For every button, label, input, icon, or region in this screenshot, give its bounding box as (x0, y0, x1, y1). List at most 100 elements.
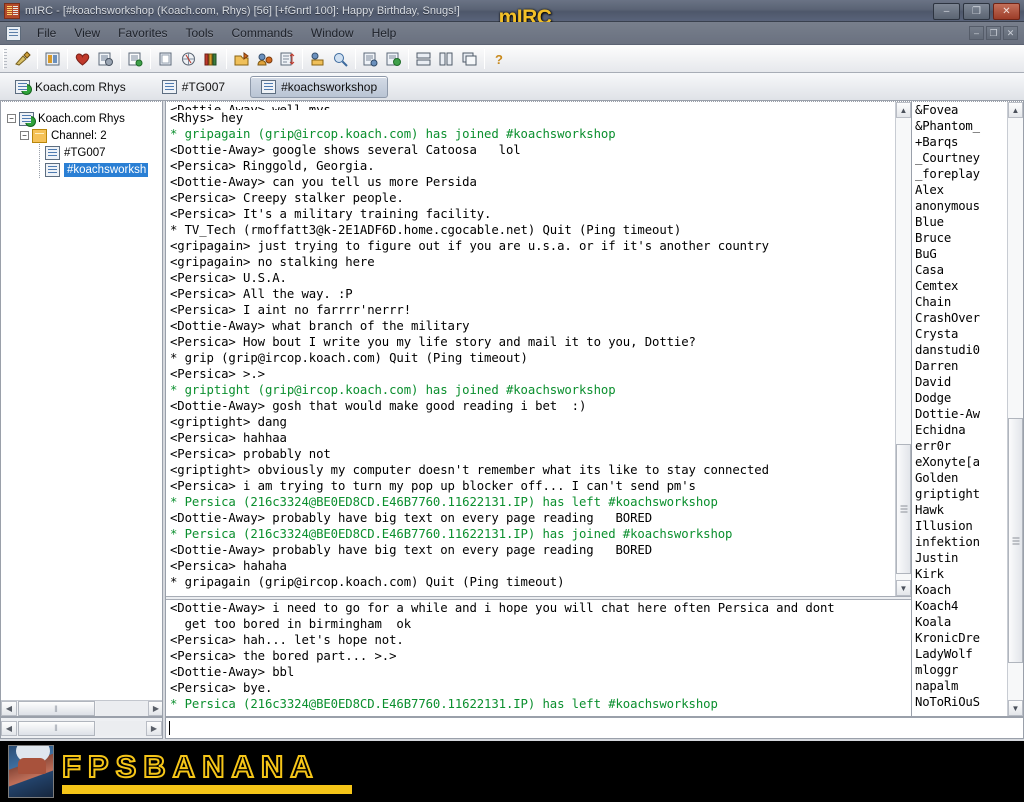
nicklist-item[interactable]: Justin (915, 550, 1007, 566)
scroll-left-arrow-icon[interactable]: ◀ (1, 701, 17, 716)
collapse-toggle-icon[interactable]: − (7, 114, 16, 123)
nicklist-item[interactable]: err0r (915, 438, 1007, 454)
nicklist-vertical-scrollbar[interactable]: ▲ ▼ (1007, 102, 1023, 716)
scrollbar-track[interactable] (96, 721, 146, 736)
nicklist-item[interactable]: Darren (915, 358, 1007, 374)
scrollbar-track[interactable] (96, 701, 148, 716)
scrollbar-thumb[interactable]: ‖ (18, 721, 95, 736)
scroll-left-arrow-icon[interactable]: ◀ (1, 721, 17, 736)
channels-list-icon[interactable] (94, 47, 117, 70)
find-icon[interactable] (329, 47, 352, 70)
nicklist-item[interactable]: infektion (915, 534, 1007, 550)
nicklist-item[interactable]: Bruce (915, 230, 1007, 246)
channel-central-icon[interactable] (124, 47, 147, 70)
nicklist-item[interactable]: griptight (915, 486, 1007, 502)
addressbook-icon[interactable] (154, 47, 177, 70)
menu-item-file[interactable]: File (28, 24, 65, 42)
user-list-icon[interactable] (306, 47, 329, 70)
menu-item-window[interactable]: Window (302, 24, 363, 42)
nicklist-item[interactable]: anonymous (915, 198, 1007, 214)
logs-icon[interactable] (359, 47, 382, 70)
tile-horizontal-icon[interactable] (412, 47, 435, 70)
nicklist-item[interactable]: Hawk (915, 502, 1007, 518)
scroll-down-arrow-icon[interactable]: ▼ (896, 580, 911, 596)
nicklist-item[interactable]: Cemtex (915, 278, 1007, 294)
minimize-button[interactable]: – (933, 3, 960, 20)
nicklist-item[interactable]: Chain (915, 294, 1007, 310)
scripts-editor-icon[interactable] (382, 47, 405, 70)
options-icon[interactable] (41, 47, 64, 70)
sidebar-item-koachsworkshop[interactable]: #koachsworksh (7, 161, 162, 178)
nicklist-item[interactable]: Dottie-Aw (915, 406, 1007, 422)
nicklist-item[interactable]: Alex (915, 182, 1007, 198)
scrollbar-thumb[interactable] (1008, 418, 1023, 663)
scrollbar-track[interactable] (896, 118, 911, 580)
nicklist-item[interactable]: +Barqs (915, 134, 1007, 150)
nicklist-item[interactable]: Dodge (915, 390, 1007, 406)
nicklist-item[interactable]: &Fovea (915, 102, 1007, 118)
nicklist-item[interactable]: NoToRiOuS (915, 694, 1007, 710)
nicklist-item[interactable]: danstudi0 (915, 342, 1007, 358)
mdi-minimize-button[interactable]: – (969, 26, 984, 40)
mdi-restore-button[interactable]: ❐ (986, 26, 1001, 40)
nicklist-item[interactable]: Echidna (915, 422, 1007, 438)
scroll-up-arrow-icon[interactable]: ▲ (896, 102, 911, 118)
nicklist-item[interactable]: BuG (915, 246, 1007, 262)
nicklist-item[interactable]: Golden (915, 470, 1007, 486)
fpsbanana-banner[interactable]: FPSBANANA (0, 741, 1024, 802)
menu-item-tools[interactable]: Tools (177, 24, 223, 42)
nicklist-item[interactable]: Casa (915, 262, 1007, 278)
nicklist-item[interactable]: Illusion (915, 518, 1007, 534)
nicklist-item[interactable]: Koach4 (915, 598, 1007, 614)
nicklist-item[interactable]: Kirk (915, 566, 1007, 582)
dcc-chat-icon[interactable] (253, 47, 276, 70)
mdi-close-button[interactable]: ✕ (1003, 26, 1018, 40)
nicklist-item[interactable]: Koach (915, 582, 1007, 598)
message-input-field[interactable] (165, 717, 1024, 739)
menu-item-favorites[interactable]: Favorites (109, 24, 176, 42)
nicklist-item[interactable]: KronicDre (915, 630, 1007, 646)
restore-button[interactable]: ❐ (963, 3, 990, 20)
nicklist-item[interactable]: _Courtney (915, 150, 1007, 166)
notify-list-icon[interactable] (200, 47, 223, 70)
nicklist-item[interactable]: LadyWolf (915, 646, 1007, 662)
nicklist-item[interactable]: eXonyte[a (915, 454, 1007, 470)
tile-vertical-icon[interactable] (435, 47, 458, 70)
sidebar-item-tg007[interactable]: #TG007 (7, 144, 162, 161)
tree-item-server[interactable]: − Koach.com Rhys (7, 110, 162, 127)
scroll-up-arrow-icon[interactable]: ▲ (1008, 102, 1023, 118)
scrollbar-track[interactable] (1008, 118, 1023, 700)
nicklist-item[interactable]: David (915, 374, 1007, 390)
tree-item-channel-folder[interactable]: − Channel: 2 (7, 127, 162, 144)
favorites-icon[interactable] (71, 47, 94, 70)
menu-item-help[interactable]: Help (363, 24, 406, 42)
menu-item-commands[interactable]: Commands (223, 24, 302, 42)
url-list-icon[interactable] (177, 47, 200, 70)
nicklist-item[interactable]: napalm (915, 678, 1007, 694)
cascade-icon[interactable] (458, 47, 481, 70)
scrollbar-thumb[interactable] (896, 444, 911, 574)
nicklist-item[interactable]: CrashOver (915, 310, 1007, 326)
scroll-down-arrow-icon[interactable]: ▼ (1008, 700, 1023, 716)
menu-item-view[interactable]: View (65, 24, 109, 42)
sidebar-footer-scrollbar[interactable]: ◀ ‖ ▶ (0, 717, 163, 739)
nicklist-item[interactable]: _foreplay (915, 166, 1007, 182)
nicklist-item[interactable]: Blue (915, 214, 1007, 230)
send-file-icon[interactable] (230, 47, 253, 70)
close-button[interactable]: ✕ (993, 3, 1020, 20)
nicklist-item[interactable]: mloggr (915, 662, 1007, 678)
collapse-toggle-icon[interactable]: − (20, 131, 29, 140)
tab-koach-com-rhys[interactable]: Koach.com Rhys (4, 76, 137, 98)
connect-icon[interactable] (11, 47, 34, 70)
help-icon[interactable]: ? (488, 47, 511, 70)
sidebar-horizontal-scrollbar[interactable]: ◀ ‖ ▶ (1, 700, 163, 716)
control-panel-icon[interactable] (276, 47, 299, 70)
nicklist-item[interactable]: Crysta (915, 326, 1007, 342)
chat-vertical-scrollbar[interactable]: ▲ ▼ (895, 102, 911, 596)
tab-tg007[interactable]: #TG007 (151, 76, 236, 98)
tab-koachsworkshop[interactable]: #koachsworkshop (250, 76, 388, 98)
nicklist-item[interactable]: &Phantom_ (915, 118, 1007, 134)
nicklist-item[interactable]: Koala (915, 614, 1007, 630)
toolbar-grip[interactable] (3, 49, 7, 69)
scrollbar-thumb[interactable]: ‖ (18, 701, 95, 716)
